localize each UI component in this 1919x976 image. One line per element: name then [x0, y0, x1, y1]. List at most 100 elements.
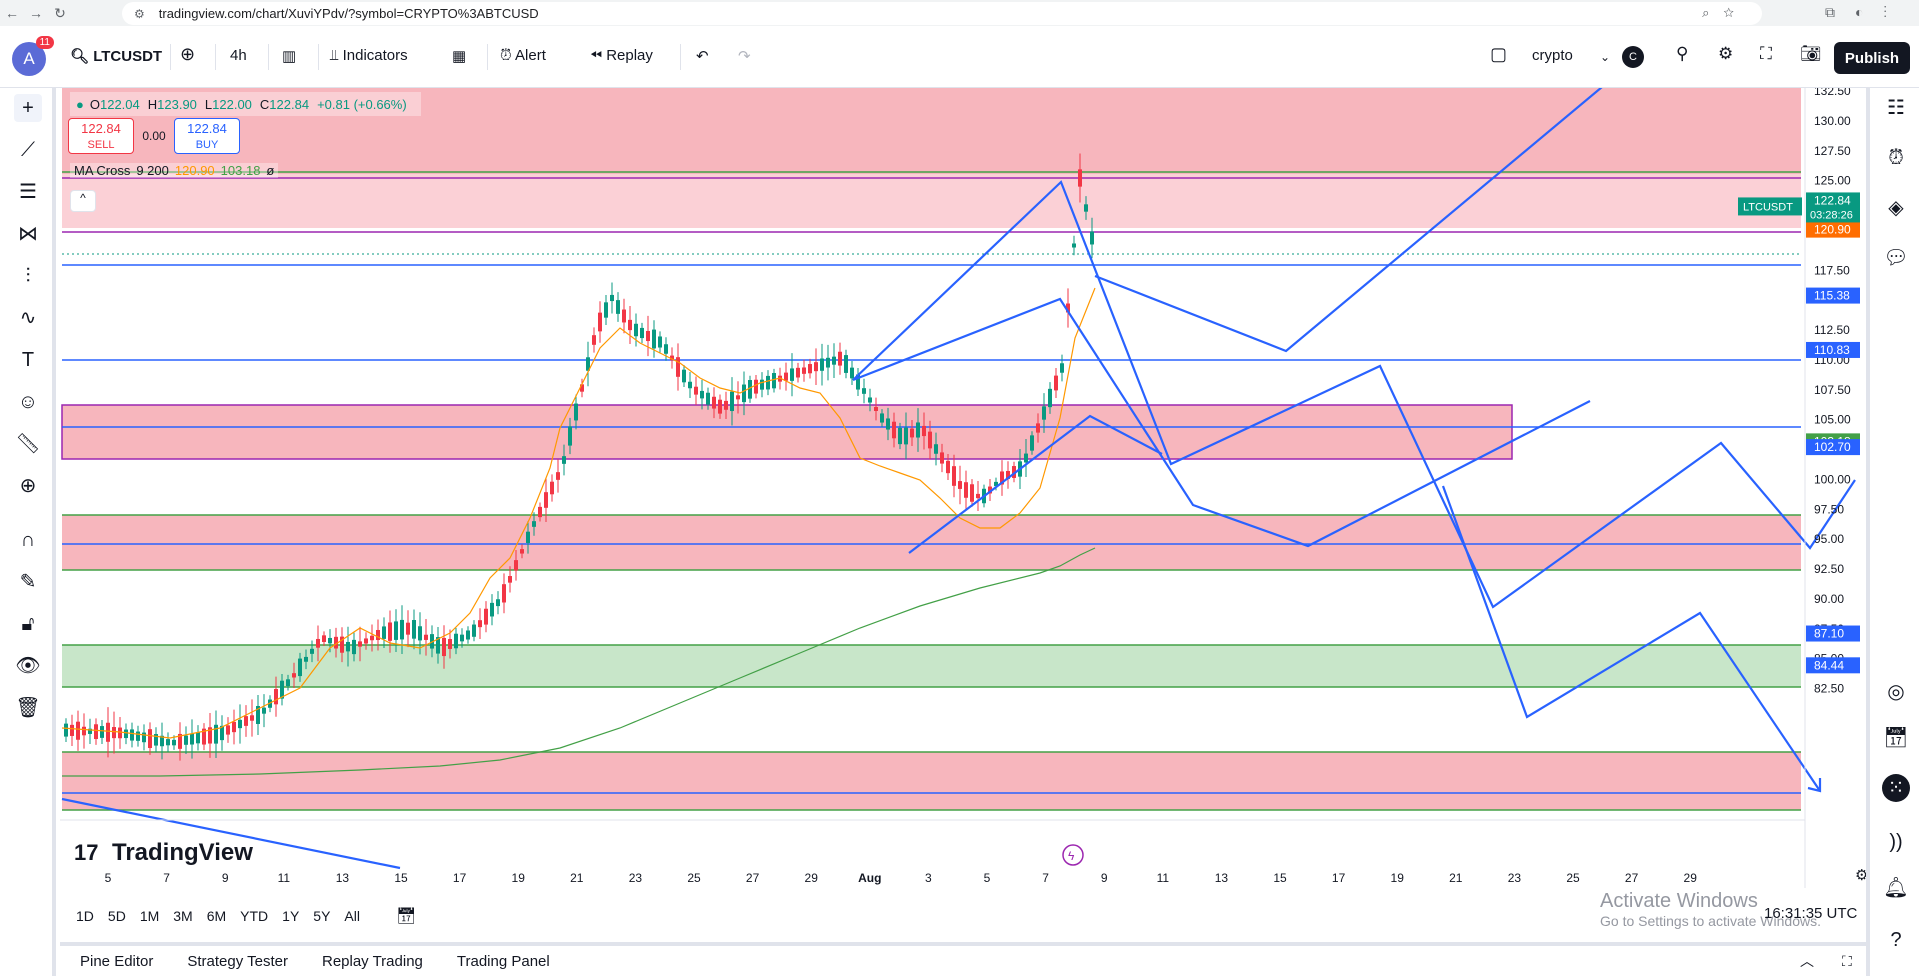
brush-icon[interactable]: ∿ — [14, 304, 42, 332]
candle-body — [712, 396, 716, 409]
ruler-icon[interactable]: 📏︎ — [14, 430, 42, 458]
middle-box-zone[interactable] — [62, 405, 1512, 459]
site-info-icon[interactable]: ⚙ — [134, 7, 145, 21]
camera-icon[interactable]: 📷︎ — [1800, 44, 1822, 64]
fullscreen-icon[interactable]: ⛶ — [1760, 44, 1772, 64]
replay-button[interactable]: ⏪︎ Replay — [590, 47, 653, 64]
extensions-icon[interactable]: ⧉◐⋮ — [1825, 4, 1907, 21]
address-bar[interactable]: ⚙ tradingview.com/chart/XuviYPdv/?symbol… — [122, 2, 1762, 25]
tab-pine-editor[interactable]: Pine Editor — [80, 953, 153, 970]
utc-clock[interactable]: 16:31:35 UTC — [1764, 905, 1857, 922]
candle-body — [808, 364, 812, 374]
price-chart[interactable]: 132.50130.00127.50125.00117.50112.50110.… — [60, 78, 1868, 888]
range-button-all[interactable]: All — [344, 908, 360, 924]
range-button-5d[interactable]: 5D — [108, 908, 126, 924]
buy-button[interactable]: 122.84 BUY — [174, 118, 240, 154]
pattern-icon[interactable]: ⋈ — [14, 220, 42, 248]
candle-body — [682, 369, 686, 383]
avatar[interactable]: A 11 — [12, 36, 54, 76]
reload-icon[interactable]: ↻ — [48, 5, 72, 22]
forward-icon[interactable]: → — [24, 5, 48, 21]
price-tick-label: 100.00 — [1814, 472, 1851, 486]
candles-icon[interactable]: ▥ — [282, 47, 296, 65]
back-icon[interactable]: ← — [0, 5, 24, 21]
candle-body — [832, 356, 836, 365]
range-button-1m[interactable]: 1M — [140, 908, 159, 924]
trash-icon[interactable]: 🗑︎ — [14, 694, 42, 722]
eye-icon[interactable]: 👁︎ — [14, 652, 42, 680]
zoom-icon[interactable]: ⌕☆ — [1702, 5, 1748, 21]
candle-body — [520, 549, 524, 554]
range-button-6m[interactable]: 6M — [207, 908, 226, 924]
indicators-button[interactable]: ⫫ Indicators — [330, 47, 408, 64]
text-icon[interactable]: T — [14, 346, 42, 374]
interval-button[interactable]: 4h — [230, 47, 247, 64]
lock-pencil-icon[interactable]: ✎ — [14, 568, 42, 596]
range-button-1y[interactable]: 1Y — [282, 908, 299, 924]
trend-line-icon[interactable]: ⟋ — [14, 136, 42, 164]
chat-icon[interactable]: 💬︎ — [1882, 244, 1910, 272]
calendar-icon[interactable]: 📅︎ — [1882, 724, 1910, 752]
chevron-up-icon[interactable]: ︿ — [1800, 951, 1814, 971]
layout-icon[interactable]: ▢ — [1490, 44, 1507, 65]
tab-trading-panel[interactable]: Trading Panel — [457, 953, 550, 970]
publish-button[interactable]: Publish — [1834, 42, 1910, 74]
date-range-icon[interactable]: 📅︎ — [396, 906, 416, 926]
compare-icon[interactable]: ⊕ — [180, 44, 195, 65]
target-icon[interactable]: ◎ — [1882, 678, 1910, 706]
symbol-search-button[interactable]: 🔍︎ LTCUSDT — [70, 47, 162, 65]
candle-body — [1048, 388, 1052, 408]
layout-name[interactable]: crypto — [1532, 47, 1573, 64]
bell-icon[interactable]: 🔔︎ — [1882, 874, 1910, 902]
axis-settings-icon[interactable]: ⚙ — [1855, 867, 1868, 884]
tab-replay-trading[interactable]: Replay Trading — [322, 953, 423, 970]
candle-body — [328, 637, 332, 644]
chevron-down-icon[interactable]: ⌄ — [1600, 50, 1610, 64]
candle-body — [970, 484, 974, 502]
magnet-icon[interactable]: ∩ — [14, 526, 42, 554]
price-label-text: 120.90 — [1814, 223, 1851, 237]
range-button-5y[interactable]: 5Y — [313, 908, 330, 924]
help-icon[interactable]: ? — [1882, 926, 1910, 954]
watchlist-icon[interactable]: ☷ — [1882, 94, 1910, 122]
range-button-ytd[interactable]: YTD — [240, 908, 268, 924]
undo-icon[interactable]: ↶ — [696, 47, 709, 65]
candle-body — [1090, 231, 1094, 245]
alert-button[interactable]: ⏰︎ Alert — [500, 47, 546, 64]
settings-icon[interactable]: ⚙ — [1718, 44, 1733, 64]
time-tick-label: 5 — [984, 871, 991, 885]
redo-icon[interactable]: ↷ — [738, 47, 751, 65]
layers-icon[interactable]: ◈ — [1882, 194, 1910, 222]
zoom-in-icon[interactable]: ⊕ — [14, 472, 42, 500]
alert-label: Alert — [515, 47, 546, 64]
search-icon: 🔍︎ — [70, 48, 90, 65]
collapse-legend-button[interactable]: ^ — [70, 190, 96, 212]
range-button-1d[interactable]: 1D — [76, 908, 94, 924]
candle-body — [766, 375, 770, 390]
tab-strategy-tester[interactable]: Strategy Tester — [187, 953, 288, 970]
support-zone-bottom[interactable] — [62, 752, 1801, 810]
resistance-zone-upper[interactable] — [62, 174, 1801, 228]
templates-icon[interactable]: ▦ — [452, 47, 466, 65]
candle-body — [370, 635, 374, 641]
candle-body — [514, 560, 518, 571]
crosshair-icon[interactable]: + — [14, 94, 42, 122]
chart-pane[interactable]: 132.50 130.00 127.50 125.00 117.50 112.50 110.… — [60, 78, 1868, 888]
prediction-icon[interactable]: ⫶ — [14, 262, 42, 290]
apps-icon[interactable]: ⁙ — [1882, 774, 1910, 802]
range-button-3m[interactable]: 3M — [173, 908, 192, 924]
demand-zone-green[interactable] — [62, 645, 1801, 687]
lock-icon[interactable]: 🔓︎ — [14, 610, 42, 638]
quick-search-icon[interactable]: ⚲ — [1676, 44, 1688, 64]
price-tick-label: 132.50 — [1814, 88, 1851, 98]
sell-button[interactable]: 122.84 SELL — [68, 118, 134, 154]
fib-icon[interactable]: ☰ — [14, 178, 42, 206]
broadcast-icon[interactable]: )) — [1882, 828, 1910, 856]
candle-body — [820, 358, 824, 371]
indicator-legend[interactable]: MA Cross 9 200 120.90 103.18 ø — [70, 163, 279, 178]
support-zone-mid[interactable] — [62, 515, 1801, 570]
alerts-clock-icon[interactable]: ⏰︎ — [1882, 144, 1910, 172]
emoji-icon[interactable]: ☺ — [14, 388, 42, 416]
maximize-icon[interactable]: ⛶ — [1842, 953, 1852, 970]
candle-body — [730, 391, 734, 412]
